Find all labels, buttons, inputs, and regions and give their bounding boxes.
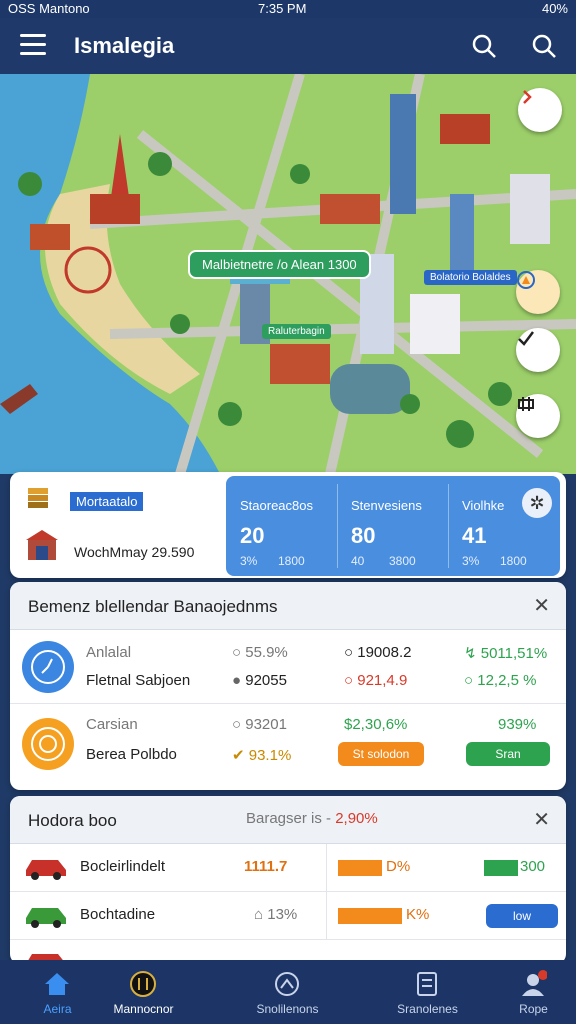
expand-icon[interactable]: ✲ xyxy=(522,488,552,518)
summary-subtitle: WochMmay 29.590 xyxy=(74,544,195,560)
nav-label: Sranolenes xyxy=(397,1002,458,1016)
status-badge[interactable]: low xyxy=(486,904,558,928)
building-icon: ⌂ xyxy=(254,906,264,923)
stat-sub: 40 xyxy=(351,554,365,568)
progress-bar xyxy=(338,908,402,924)
panel-title: Hodora boo xyxy=(28,811,117,830)
table-row[interactable]: Bocleirlindelt 1111.7 D% 300 xyxy=(10,844,566,892)
clock-icon xyxy=(22,641,74,693)
map-tag-bolatorio[interactable]: Bolatorio Bolaldes xyxy=(424,270,517,285)
row-label: Fletnal Sabjoen xyxy=(86,672,191,689)
chevron-right-icon[interactable] xyxy=(518,88,562,132)
document-icon xyxy=(417,972,437,996)
search-icon[interactable] xyxy=(470,32,498,60)
panel-header: Bemenz blellendar Banaojednms ✕ xyxy=(10,582,566,630)
stat-label: Violhke xyxy=(462,498,505,513)
stats-panel: Staoreac8os 20 3% 1800 Stenvesiens 80 40… xyxy=(226,476,560,576)
row-label: Berea Polbdo xyxy=(86,746,177,763)
row-label: Anlalal xyxy=(86,644,132,661)
building-icon xyxy=(26,530,58,560)
stack-icon xyxy=(28,488,48,508)
nav-label: Mannocnor xyxy=(113,1002,174,1016)
nav-label: Snolilenons xyxy=(256,1002,319,1016)
close-icon[interactable]: ✕ xyxy=(533,593,550,618)
value-text: 92055 xyxy=(245,672,287,689)
search-icon-secondary[interactable] xyxy=(530,32,558,60)
city-map[interactable]: Malbietnetre /o Alean 1300 Bolatorio Bol… xyxy=(0,74,576,474)
progress-bar xyxy=(338,860,382,876)
value-text: 921,4.9 xyxy=(357,672,408,689)
row-label: Bocleirlindelt xyxy=(80,858,166,875)
nav-item-scenes[interactable]: Sranolenes xyxy=(370,960,485,1024)
vehicles-panel: Hodora boo Baragser is - 2,90% ✕ Bocleir… xyxy=(10,796,566,964)
target-icon xyxy=(22,718,74,770)
value-text: 1111.7 xyxy=(244,858,288,875)
manager-icon xyxy=(130,971,156,997)
stat-block: Staoreac8os 20 3% 1800 xyxy=(226,476,338,576)
car-icon xyxy=(26,908,66,928)
bottom-navigation: Aeira Mannocnor Snolilenons Sranolenes R… xyxy=(0,960,576,1024)
stat-block: Stenvesiens 80 40 3800 xyxy=(337,476,449,576)
carrier-text: OSS Mantono xyxy=(8,1,90,16)
app-title: Ismalegia xyxy=(74,33,175,58)
map-tag-center[interactable]: Raluterbagin xyxy=(262,324,331,339)
status-bar: OSS Mantono 7:35 PM 40% xyxy=(0,0,576,18)
stat-value: 20 xyxy=(240,523,265,548)
check-icon[interactable] xyxy=(516,328,560,372)
compass-icon xyxy=(275,972,299,996)
value-text: 300 xyxy=(520,858,546,875)
nav-item-solutions[interactable]: Snolilenons xyxy=(230,960,345,1024)
value-text: 5011,51% xyxy=(480,645,548,662)
menu-icon[interactable] xyxy=(20,34,46,56)
summary-badge: Mortaatalo xyxy=(70,492,144,511)
value-text: 12,2,5 % xyxy=(477,672,537,689)
car-icon xyxy=(26,860,66,880)
list-item[interactable]: Carsian Berea Polbdo ○ 93201 ✔ 93.1% $2,… xyxy=(10,704,566,786)
stat-label: Staoreac8os xyxy=(240,498,313,513)
list-item[interactable]: Anlalal Fletnal Sabjoen ○ 55.9% ● 92055 … xyxy=(10,630,566,704)
value-text: D% xyxy=(386,858,411,875)
check-icon: ✔ xyxy=(232,747,245,764)
panel-title: Bemenz blellendar Banaojednms xyxy=(28,597,278,616)
user-icon xyxy=(522,970,547,996)
value-text: 939% xyxy=(498,716,537,733)
stat-sub: 1800 xyxy=(500,554,527,568)
stat-sub: 1800 xyxy=(278,554,305,568)
stat-sub: 3% xyxy=(462,554,480,568)
panel-header: Hodora boo Baragser is - 2,90% ✕ xyxy=(10,796,566,844)
compass-icon[interactable] xyxy=(516,270,560,314)
row-label: Bochtadine xyxy=(80,906,156,923)
settings-icon[interactable] xyxy=(516,394,560,438)
value-text: K% xyxy=(406,906,430,923)
stat-value: 41 xyxy=(462,523,487,548)
map-callout[interactable]: Malbietnetre /o Alean 1300 xyxy=(188,250,371,279)
app-bar: Ismalegia xyxy=(0,18,576,74)
action-button-green[interactable]: Sran xyxy=(466,742,550,766)
value-text: 93201 xyxy=(245,716,287,733)
close-icon[interactable]: ✕ xyxy=(533,807,550,832)
value-text: 93.1% xyxy=(248,747,292,764)
value-text: 19008.2 xyxy=(357,644,412,661)
table-row[interactable]: Bochtadine ⌂ 13% K% low xyxy=(10,892,566,940)
panel-subtitle: Baragser is - xyxy=(246,810,332,827)
nav-item-profile[interactable]: Rope xyxy=(476,960,576,1024)
panel-subtitle-value: 2,90% xyxy=(335,810,378,827)
summary-card: Mortaatalo WochMmay 29.590 Staoreac8os 2… xyxy=(10,472,566,578)
stat-label: Stenvesiens xyxy=(351,498,422,513)
value-text: 13% xyxy=(267,906,298,923)
nav-item-manager[interactable]: Mannocnor xyxy=(86,960,201,1024)
stat-sub: 3800 xyxy=(389,554,416,568)
action-button-orange[interactable]: St solodon xyxy=(338,742,424,766)
home-icon xyxy=(45,973,69,995)
nav-label: Rope xyxy=(519,1002,548,1016)
value-text: $2,30,6% xyxy=(344,716,408,733)
row-label: Carsian xyxy=(86,716,138,733)
stat-value: 80 xyxy=(351,523,376,548)
stat-sub: 3% xyxy=(240,554,258,568)
value-text: 55.9% xyxy=(245,644,288,661)
progress-bar xyxy=(484,860,518,876)
benefits-panel: Bemenz blellendar Banaojednms ✕ Anlalal … xyxy=(10,582,566,790)
battery-text: 40% xyxy=(541,1,568,16)
clock-text: 7:35 PM xyxy=(258,1,307,16)
